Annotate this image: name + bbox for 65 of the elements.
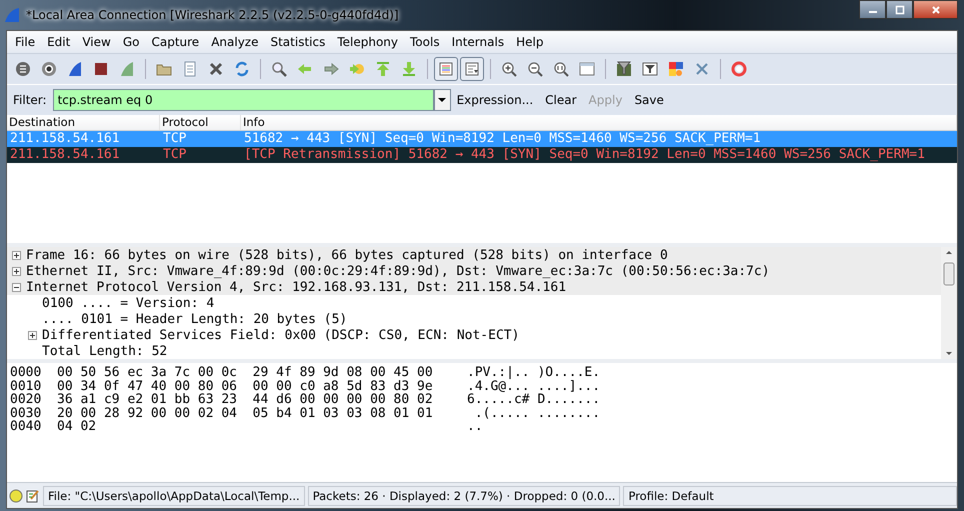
hex-bytes: 00 34 0f 47 40 00 80 06 00 00 c0 a8 5d 83 d3 9e <box>57 380 434 393</box>
expand-icon[interactable] <box>11 250 22 260</box>
tree-item[interactable]: Differentiated Services Field: 0x00 (DSCP: CS0, ECN: Not-ECT) <box>42 328 520 342</box>
filter-action-link[interactable]: Expression... <box>450 93 540 107</box>
tree-item[interactable]: .... 0101 = Header Length: 20 bytes (5) <box>42 312 348 326</box>
menu-item[interactable]: File <box>9 35 42 49</box>
menu-item[interactable]: View <box>76 35 117 49</box>
menu-item[interactable]: Go <box>116 35 146 49</box>
menu-item[interactable]: Statistics <box>264 35 332 49</box>
byte-offset: 0010 <box>10 380 42 393</box>
table-cell-text: TCP <box>162 147 188 163</box>
menu-item[interactable]: Telephony <box>331 35 404 49</box>
byte-offset: 0020 <box>10 393 42 406</box>
packet-row[interactable]: 211.158.54.161 TCP [TCP Retransmission] 51682 → 443 [SYN] Seq=0 Win=8192 Len=0 MSS=1460 WS=256 SACK_PERM=1 <box>7 147 957 163</box>
table-cell-text: 51682 → 443 [SYN] Seq=0 Win=8192 Len=0 MSS=1460 WS=256 SACK_PERM=1 <box>243 131 762 147</box>
expand-icon[interactable] <box>27 330 38 340</box>
byte-offset: 0000 <box>10 366 42 380</box>
maximize-icon <box>894 4 904 14</box>
ascii-bytes: .PV.:|.. )O....E. <box>467 366 600 380</box>
ascii-bytes: .(..... ........ <box>474 406 600 420</box>
maximize-button[interactable] <box>886 0 913 19</box>
filter-label: Filter: <box>13 93 47 107</box>
table-cell-text: 211.158.54.161 <box>9 147 121 163</box>
minimize-icon <box>868 11 876 13</box>
shark-fin-icon <box>4 7 20 23</box>
minimize-button[interactable] <box>859 0 886 19</box>
column-header[interactable]: Info <box>241 115 957 130</box>
menu-item[interactable]: Capture <box>145 35 206 49</box>
filter-field[interactable]: tcp.stream eq 0 <box>52 89 434 111</box>
menu-item[interactable]: Tools <box>404 35 446 49</box>
hex-bytes: 04 02 <box>57 420 98 434</box>
menu-item[interactable]: Help <box>510 35 550 49</box>
table-cell-text: 211.158.54.161 <box>9 131 121 147</box>
dropdown-button[interactable] <box>434 89 451 111</box>
status-profile[interactable]: Profile: Default <box>623 486 957 506</box>
filter-action-link[interactable]: Clear <box>539 93 583 107</box>
window-title: *Local Area Connection [Wireshark 2.2.5 (v2.2.5-0-g440fd4d)] <box>26 8 399 22</box>
table-cell-text: TCP <box>162 131 188 147</box>
status-packets: Packets: 26 · Displayed: 2 (7.7%) · Dropped: 0 (0.0... <box>308 486 620 506</box>
column-header[interactable]: Destination <box>7 115 160 130</box>
table-cell-text: [TCP Retransmission] 51682 → 443 [SYN] Seq=0 Win=8192 Len=0 MSS=1460 WS=256 SACK_PERM=1 <box>243 147 926 163</box>
edit-comment-icon[interactable] <box>26 488 40 502</box>
close-button[interactable] <box>913 0 958 19</box>
status-light-icon <box>9 488 23 502</box>
tree-item[interactable]: Total Length: 52 <box>42 344 168 358</box>
ascii-bytes: .4.G@... ....]... <box>467 380 600 393</box>
hex-bytes: 00 50 56 ec 3a 7c 00 0c 29 4f 89 9d 08 00 45 00 <box>57 366 434 380</box>
caret-icon <box>438 98 446 102</box>
filter-action-link[interactable]: Save <box>628 93 670 107</box>
menu-item[interactable]: Analyze <box>205 35 264 49</box>
scrollbar[interactable] <box>941 247 957 359</box>
ascii-bytes: .. <box>467 420 483 434</box>
expand-icon[interactable] <box>11 266 22 276</box>
menu-item[interactable]: Internals <box>446 35 510 49</box>
close-icon <box>930 4 940 14</box>
ascii-bytes: 6.....c# D....... <box>467 393 600 406</box>
hex-bytes: 36 a1 c9 e2 01 bb 63 23 44 d6 00 00 00 00 80 02 <box>57 393 434 406</box>
hex-bytes: 20 00 28 92 00 00 02 04 05 b4 01 03 03 08 01 01 <box>57 406 434 420</box>
collapse-icon[interactable] <box>11 282 22 292</box>
menu-item[interactable]: Edit <box>41 35 76 49</box>
column-header[interactable]: Protocol <box>160 115 241 130</box>
status-file: File: "C:\Users\apollo\AppData\Local\Temp... <box>43 486 305 506</box>
byte-offset: 0040 <box>10 420 42 434</box>
tree-item[interactable]: 0100 .... = Version: 4 <box>42 296 214 310</box>
byte-offset: 0030 <box>10 406 42 420</box>
